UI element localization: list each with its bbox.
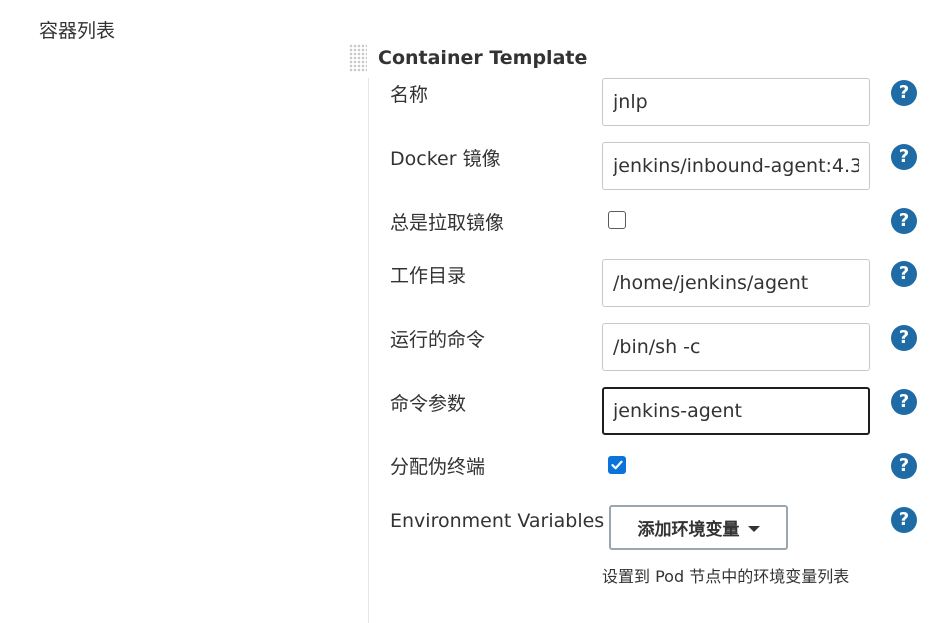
tty-help-icon[interactable]: ? [891,453,917,479]
args-label: 命令参数 [390,393,467,415]
working-dir-help-icon[interactable]: ? [891,261,917,287]
command-label: 运行的命令 [390,329,486,351]
env-vars-label: Environment Variables [390,510,605,532]
always-pull-help-icon[interactable]: ? [891,208,917,234]
docker-image-input[interactable] [602,142,870,190]
env-vars-help-icon[interactable]: ? [891,507,917,533]
docker-image-label: Docker 镜像 [390,148,501,170]
name-input[interactable] [602,78,870,126]
args-input[interactable] [602,387,870,435]
name-help-icon[interactable]: ? [891,80,917,106]
add-env-var-button-label: 添加环境变量 [637,520,740,540]
env-vars-description: 设置到 Pod 节点中的环境变量列表 [602,567,850,586]
command-input[interactable] [602,323,870,371]
working-dir-input[interactable] [602,259,870,307]
container-template-title: Container Template [378,47,588,69]
always-pull-checkbox[interactable] [608,211,626,229]
always-pull-label: 总是拉取镜像 [390,212,505,234]
container-list-label: 容器列表 [39,20,116,42]
command-help-icon[interactable]: ? [891,325,917,351]
working-dir-label: 工作目录 [390,265,467,287]
checkmark-icon [611,460,623,470]
name-label: 名称 [390,84,429,106]
args-help-icon[interactable]: ? [891,389,917,415]
tty-checkbox[interactable] [608,456,626,474]
caret-down-icon [747,525,760,532]
docker-image-help-icon[interactable]: ? [891,144,917,170]
drag-handle-icon[interactable] [349,44,367,72]
tty-label: 分配伪终端 [390,456,486,478]
add-env-var-button[interactable]: 添加环境变量 [609,505,788,550]
template-divider [368,78,369,623]
